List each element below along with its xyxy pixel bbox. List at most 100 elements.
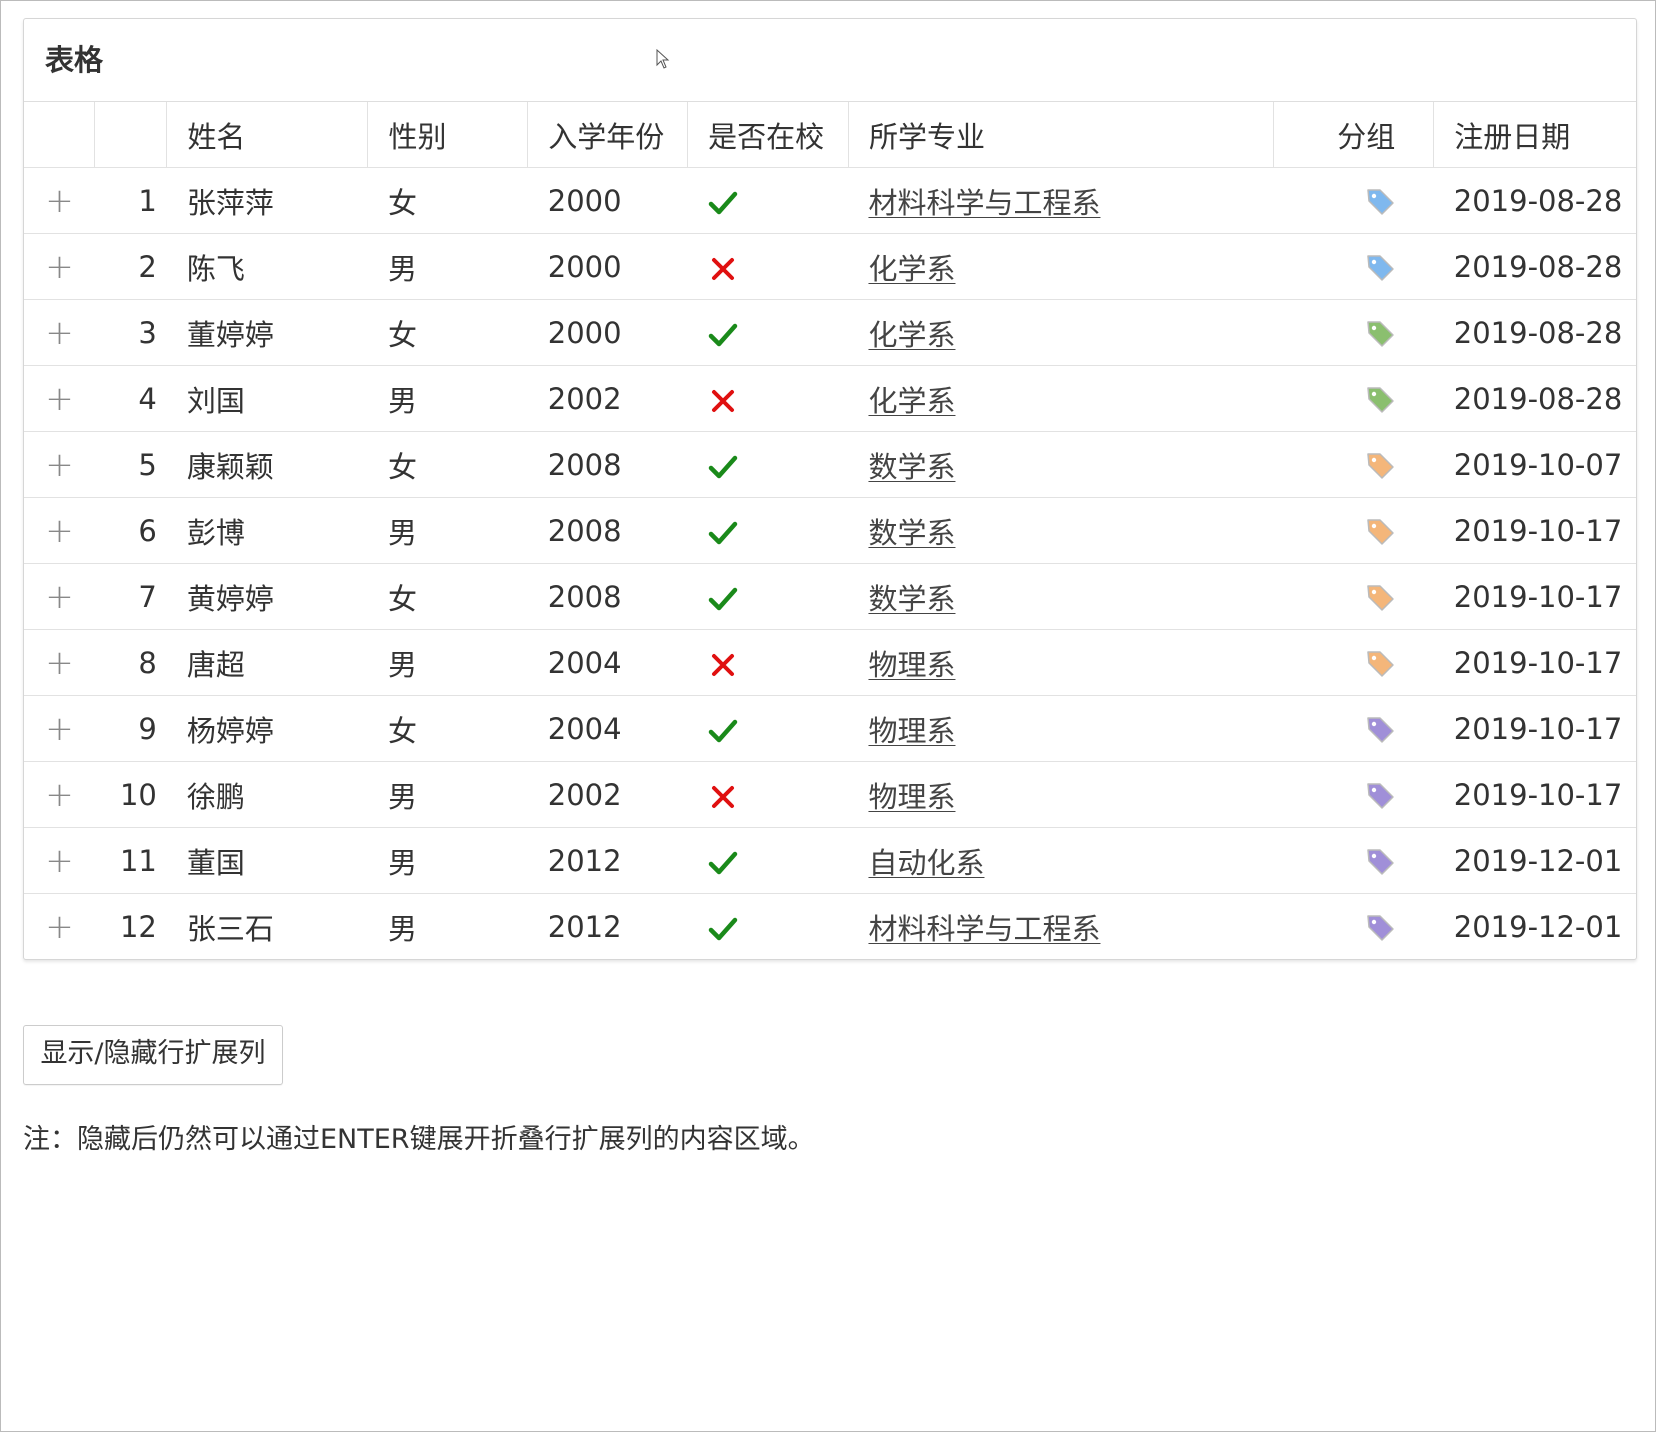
cell-major: 自动化系 <box>848 827 1274 894</box>
row-index: 4 <box>94 365 167 432</box>
expand-row-icon[interactable]: + <box>24 827 95 894</box>
table-row[interactable]: +11 董国男 2012 自动化系 2019-12-01 <box>24 827 1636 894</box>
cell-enrolled <box>687 365 849 432</box>
table-row[interactable]: +6 彭博男 2008 数学系 2019-10-17 <box>24 497 1636 564</box>
table-row[interactable]: +12 张三石 男 2012 材料科学与工程系 2019-12-01 <box>24 894 1636 960</box>
cell-enrolled <box>687 761 849 828</box>
row-index: 9 <box>94 695 167 762</box>
cell-gender: 男 <box>387 911 417 946</box>
expand-row-icon[interactable]: + <box>24 497 95 564</box>
cell-major: 化学系 <box>848 233 1274 300</box>
expand-row-icon[interactable]: + <box>24 695 95 762</box>
expand-row-icon[interactable]: + <box>24 431 95 498</box>
tag-icon <box>1364 645 1396 679</box>
cell-group <box>1273 695 1434 762</box>
grid-body: +1 张萍萍女 2000 材料科学与工程系 2019-08-28 +2 陈飞男 2000 化学系… <box>24 167 1636 960</box>
cell-gender: 男 <box>367 827 528 894</box>
check-icon <box>708 580 738 614</box>
major-link[interactable]: 材料科学与工程系 <box>868 912 1100 946</box>
check-icon <box>708 514 738 548</box>
major-link[interactable]: 数学系 <box>868 582 955 616</box>
table-row[interactable]: +4 刘国男 2002 化学系 2019-08-28 <box>24 365 1636 432</box>
cross-icon <box>708 250 738 284</box>
cell-major: 材料科学与工程系 <box>848 167 1274 234</box>
expand-row-icon[interactable]: + <box>24 365 95 432</box>
expand-row-icon[interactable]: + <box>24 761 95 828</box>
cell-enrolled <box>688 894 849 960</box>
cell-enrolled <box>687 695 849 762</box>
major-link[interactable]: 材料科学与工程系 <box>868 186 1100 220</box>
header-row: 姓名 性别 入学年份 是否在校 所学专业 分组 注册日期 <box>24 102 1636 168</box>
major-link[interactable]: 数学系 <box>868 450 955 484</box>
cell-gender: 男 <box>367 629 528 696</box>
check-icon <box>708 448 738 482</box>
cell-date: 2019-10-17 <box>1433 563 1636 630</box>
expand-row-icon[interactable]: + <box>24 563 95 630</box>
row-index: 7 <box>94 563 167 630</box>
expand-row-icon[interactable]: + <box>24 233 95 300</box>
cell-date: 2019-10-17 <box>1433 761 1636 828</box>
header-gender[interactable]: 性别 <box>367 102 529 168</box>
cell-name: 彭博 <box>166 497 368 564</box>
cell-group <box>1273 827 1434 894</box>
table-row[interactable]: +5 康颖颖女 2008 数学系 2019-10-07 <box>24 431 1636 498</box>
cell-date: 2019-12-01 <box>1453 909 1623 944</box>
major-link[interactable]: 化学系 <box>868 252 955 286</box>
cross-icon <box>708 382 738 416</box>
cell-major: 物理系 <box>848 761 1274 828</box>
cell-gender: 女 <box>367 695 528 762</box>
table-row[interactable]: +7 黄婷婷女 2008 数学系 2019-10-17 <box>24 563 1636 630</box>
cell-year: 2000 <box>527 167 688 234</box>
cell-gender: 女 <box>367 431 528 498</box>
major-link[interactable]: 物理系 <box>868 648 955 682</box>
header-year[interactable]: 入学年份 <box>527 102 689 168</box>
cell-group <box>1273 365 1434 432</box>
header-major[interactable]: 所学专业 <box>848 102 1275 168</box>
row-index: 11 <box>94 827 167 894</box>
cell-enrolled <box>687 233 849 300</box>
check-icon <box>708 316 738 350</box>
cell-major: 化学系 <box>848 365 1274 432</box>
header-enrolled[interactable]: 是否在校 <box>687 102 849 168</box>
cell-year: 2008 <box>527 563 688 630</box>
table-row[interactable]: +3 董婷婷女 2000 化学系 2019-08-28 <box>24 299 1636 366</box>
table-row[interactable]: +8 唐超男 2004 物理系 2019-10-17 <box>24 629 1636 696</box>
row-index: 2 <box>94 233 167 300</box>
tag-icon <box>1364 315 1396 349</box>
cell-group <box>1273 233 1434 300</box>
toggle-expand-column-button[interactable]: 显示/隐藏行扩展列 <box>23 1025 283 1085</box>
cell-year: 2004 <box>527 695 688 762</box>
cell-major: 物理系 <box>848 695 1274 762</box>
cell-group <box>1273 761 1434 828</box>
header-index <box>94 102 168 168</box>
major-link[interactable]: 物理系 <box>868 780 955 814</box>
panel-title: 表格 <box>24 19 1636 102</box>
cell-group <box>1273 299 1434 366</box>
table-row[interactable]: +9 杨婷婷女 2004 物理系 2019-10-17 <box>24 695 1636 762</box>
table-row[interactable]: +1 张萍萍女 2000 材料科学与工程系 2019-08-28 <box>24 167 1636 234</box>
expand-row-icon[interactable]: + <box>24 629 95 696</box>
mouse-cursor-icon <box>656 49 670 69</box>
cell-date: 2019-10-07 <box>1433 431 1636 498</box>
major-link[interactable]: 数学系 <box>868 516 955 550</box>
cell-major: 化学系 <box>848 299 1274 366</box>
row-index: 10 <box>94 761 167 828</box>
major-link[interactable]: 化学系 <box>868 384 955 418</box>
header-date[interactable]: 注册日期 <box>1433 102 1636 168</box>
cell-name: 张萍萍 <box>166 167 368 234</box>
expand-row-icon[interactable]: + <box>24 299 95 366</box>
header-group[interactable]: 分组 <box>1273 102 1435 168</box>
major-link[interactable]: 物理系 <box>868 714 955 748</box>
table-row[interactable]: +10 徐鹏男 2002 物理系 2019-10-17 <box>24 761 1636 828</box>
check-icon <box>708 910 738 944</box>
major-link[interactable]: 化学系 <box>868 318 955 352</box>
tag-icon <box>1364 249 1396 283</box>
expand-row-icon[interactable]: + <box>24 894 95 960</box>
major-link[interactable]: 自动化系 <box>868 846 984 880</box>
header-name[interactable]: 姓名 <box>166 102 369 168</box>
cell-date: 2019-08-28 <box>1433 233 1636 300</box>
cell-date: 2019-08-28 <box>1433 365 1636 432</box>
table-row[interactable]: +2 陈飞男 2000 化学系 2019-08-28 <box>24 233 1636 300</box>
expand-row-icon[interactable]: + <box>24 167 95 234</box>
cell-enrolled <box>687 629 849 696</box>
